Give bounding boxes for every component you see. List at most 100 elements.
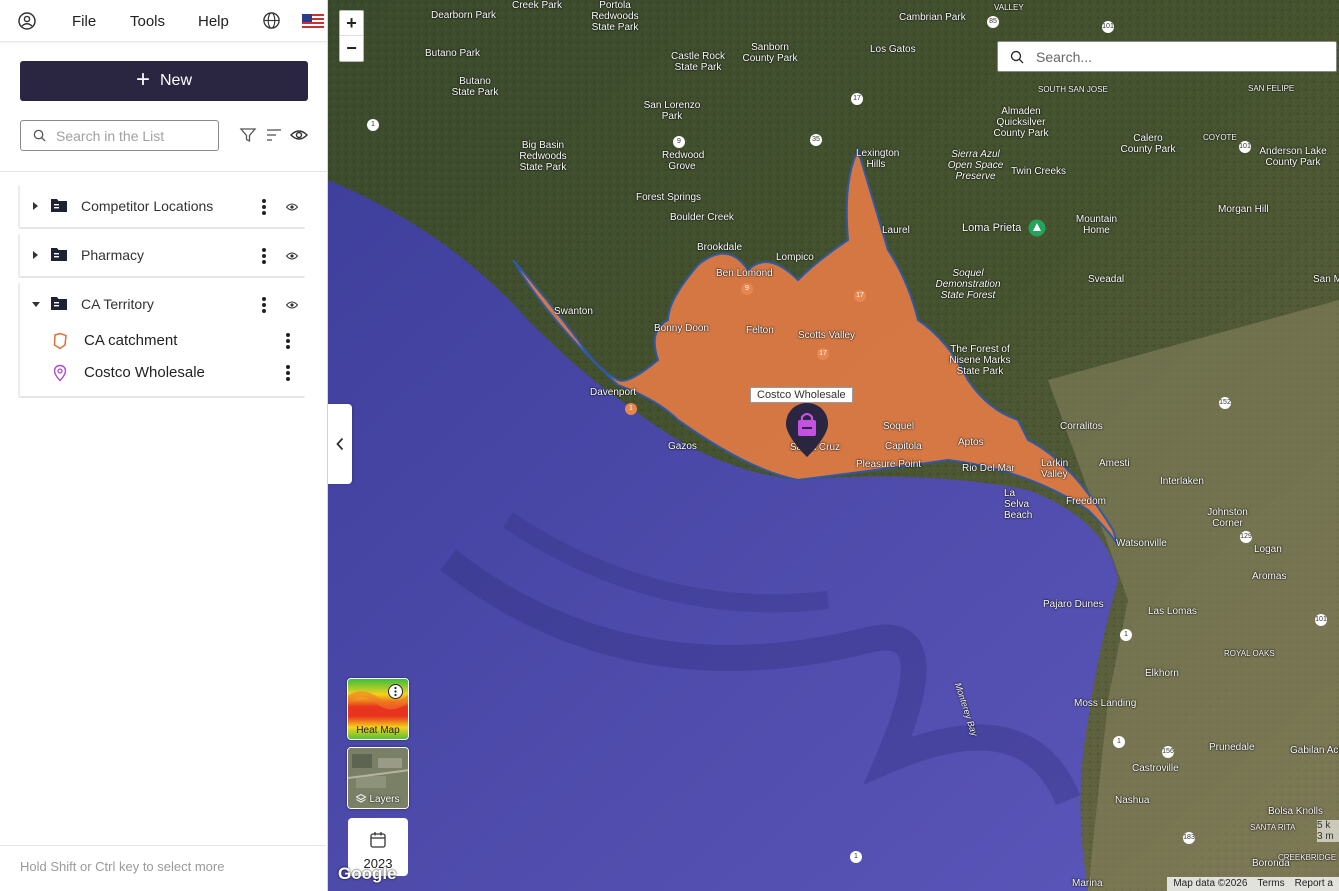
layers-toggle[interactable]: Layers: [347, 747, 409, 809]
heatmap-toggle[interactable]: Heat Map: [347, 678, 409, 740]
globe-icon[interactable]: [262, 11, 281, 30]
map-canvas[interactable]: Creek Park Portola Redwoods State Park D…: [328, 0, 1339, 891]
more-options-icon[interactable]: [262, 248, 266, 264]
scale-km: 5 k: [1317, 820, 1331, 831]
place-label: San Mart: [1313, 274, 1339, 285]
place-label: Calero County Park: [1120, 133, 1176, 155]
expand-caret-icon[interactable]: [33, 251, 38, 259]
highway-shield: 9: [673, 136, 685, 148]
highway-shield: 101: [1102, 21, 1114, 33]
folder-icon: [51, 297, 67, 310]
visibility-icon[interactable]: [290, 126, 308, 144]
place-label: Lexington Hills: [856, 148, 900, 170]
layers-label-text: Layers: [369, 794, 400, 805]
zoom-control: + −: [339, 10, 364, 62]
search-icon: [1010, 50, 1024, 63]
new-button[interactable]: + New: [20, 61, 308, 101]
place-label: Twin Creeks: [1011, 166, 1067, 177]
account-icon[interactable]: [17, 11, 37, 31]
visibility-icon[interactable]: [286, 202, 298, 212]
layer-item-label: CA catchment: [84, 332, 178, 349]
filter-icon[interactable]: [239, 126, 257, 144]
folder-label: Competitor Locations: [81, 198, 214, 214]
place-label: Almaden Quicksilver County Park: [993, 106, 1049, 139]
map-search-field[interactable]: [997, 41, 1337, 72]
place-label: Sveadal: [1088, 274, 1125, 285]
park-marker-icon[interactable]: [1028, 219, 1046, 237]
place-label: Big Basin Redwoods State Park: [519, 140, 567, 173]
place-label: SOUTH SAN JOSE: [1038, 85, 1108, 94]
calendar-icon: [370, 832, 386, 848]
place-label: Freedom: [1066, 496, 1107, 507]
zoom-in-button[interactable]: +: [340, 11, 363, 36]
place-label: Morgan Hill: [1218, 204, 1269, 215]
place-label: Corralitos: [1060, 421, 1103, 432]
highway-shield: 101: [1239, 141, 1251, 153]
place-label: Boulder Creek: [670, 212, 734, 223]
polygon-icon: [53, 332, 67, 350]
collapse-caret-icon[interactable]: [32, 302, 40, 307]
place-label: COYOTE: [1203, 133, 1237, 142]
marker-label: Costco Wholesale: [750, 387, 853, 403]
place-label: Portola Redwoods State Park: [591, 0, 639, 33]
place-label: Johnston Corner: [1207, 507, 1248, 529]
costco-location-marker[interactable]: [785, 402, 829, 458]
place-label: Amesti: [1099, 458, 1130, 469]
place-label: Davenport: [590, 387, 637, 398]
layer-item-ca-catchment[interactable]: CA catchment: [20, 325, 305, 357]
scale-bar: 5 k 3 m: [1317, 820, 1339, 842]
place-label: Gazos: [668, 441, 697, 452]
place-label: ROYAL OAKS: [1224, 649, 1275, 658]
layer-item-costco-wholesale[interactable]: Costco Wholesale: [20, 357, 305, 389]
expand-caret-icon[interactable]: [33, 202, 38, 210]
folder-ca-territory[interactable]: CA Territory CA catchment Costco Wholesa…: [18, 283, 305, 398]
place-label: Boronda: [1252, 858, 1290, 869]
more-options-icon[interactable]: [262, 297, 266, 313]
place-label: SANTA RITA: [1250, 823, 1296, 832]
place-label: Castroville: [1132, 763, 1179, 774]
heatmap-label: Heat Map: [356, 725, 400, 736]
place-label: Elkhorn: [1145, 668, 1179, 679]
list-search-field[interactable]: [20, 120, 219, 151]
place-label: VALLEY: [994, 3, 1024, 12]
place-label: Dearborn Park: [431, 10, 497, 21]
place-label: Soquel Demonstration State Forest: [935, 268, 1001, 301]
more-options-icon[interactable]: [286, 365, 290, 381]
highway-shield: 1: [850, 851, 862, 863]
place-label: Interlaken: [1160, 476, 1204, 487]
highway-shield: 9: [741, 283, 753, 295]
collapse-panel-button[interactable]: [328, 404, 352, 484]
folder-pharmacy[interactable]: Pharmacy: [18, 234, 305, 278]
report-link[interactable]: Report a: [1295, 878, 1333, 890]
more-options-icon[interactable]: [286, 333, 290, 349]
sort-icon[interactable]: [265, 126, 283, 144]
zoom-out-button[interactable]: −: [340, 36, 363, 61]
place-label: Laurel: [882, 225, 910, 236]
highway-shield: 17: [854, 290, 866, 302]
place-label: San Lorenzo Park: [643, 100, 701, 122]
menu-file[interactable]: File: [72, 13, 96, 30]
place-label: Gabilan Acres: [1290, 745, 1339, 756]
menu-tools[interactable]: Tools: [130, 13, 165, 30]
map-search-input[interactable]: [1036, 48, 1326, 65]
menu-help[interactable]: Help: [198, 13, 229, 30]
chevron-left-icon: [336, 437, 344, 451]
more-options-icon[interactable]: [388, 684, 403, 699]
place-label: Bonny Doon: [654, 323, 710, 334]
place-label: Capitola: [885, 441, 922, 452]
folder-label: CA Territory: [81, 296, 154, 312]
highway-shield: 183: [1183, 832, 1195, 844]
visibility-icon[interactable]: [286, 251, 298, 261]
highway-shield: 101: [1315, 614, 1327, 626]
place-label: Las Lomas: [1148, 606, 1197, 617]
place-label: SAN FELIPE: [1248, 84, 1295, 93]
terms-link[interactable]: Terms: [1257, 878, 1284, 890]
new-button-label: New: [160, 72, 193, 89]
list-search-input[interactable]: [56, 127, 206, 144]
folder-competitor-locations[interactable]: Competitor Locations: [18, 185, 305, 229]
us-flag-icon[interactable]: [302, 14, 324, 28]
place-label: Forest Springs: [636, 192, 702, 203]
more-options-icon[interactable]: [262, 199, 266, 215]
visibility-icon[interactable]: [286, 300, 298, 310]
place-label: Nashua: [1115, 795, 1150, 806]
